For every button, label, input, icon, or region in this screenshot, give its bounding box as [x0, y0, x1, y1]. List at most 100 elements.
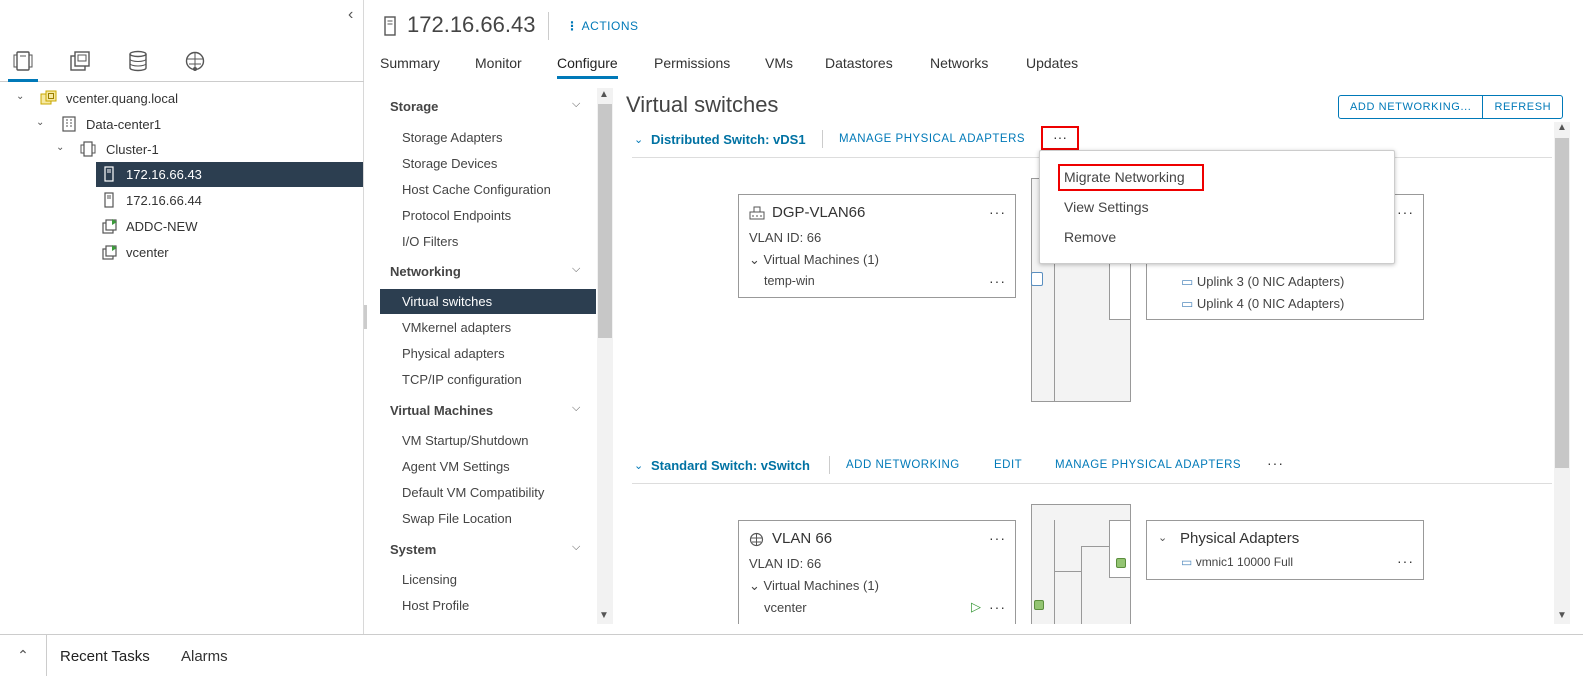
distributed-switch-title[interactable]: Distributed Switch: vDS1: [651, 132, 806, 147]
inventory-panel: ‹ ⌄ vcenter.quang.local ⌄ Data-center1 ⌄: [0, 0, 364, 634]
nav-scrollbar[interactable]: ▲ ▼: [597, 88, 613, 624]
nav-item-io-filters[interactable]: I/O Filters: [402, 234, 458, 249]
scroll-down-icon[interactable]: ▼: [1557, 610, 1567, 621]
uplinks-more-icon[interactable]: ···: [1397, 204, 1414, 220]
tree-item-vm[interactable]: ADDC-NEW: [0, 214, 364, 239]
tree-item-vm[interactable]: vcenter: [0, 240, 364, 265]
tab-configure[interactable]: Configure: [557, 55, 618, 79]
nav-item-host-cache[interactable]: Host Cache Configuration: [402, 182, 551, 197]
tab-datastores[interactable]: Datastores: [825, 55, 893, 79]
chevron-down-icon[interactable]: ⌄: [16, 91, 24, 102]
actions-button[interactable]: ⋮ ACTIONS: [566, 19, 639, 33]
chevron-down-icon[interactable]: ⌄: [1158, 531, 1167, 544]
tree-item-label: 172.16.66.43: [126, 167, 202, 182]
nav-item-protocol-endpoints[interactable]: Protocol Endpoints: [402, 208, 511, 223]
refresh-button[interactable]: REFRESH: [1482, 96, 1562, 118]
physical-adapters-card[interactable]: ⌄ Physical Adapters ▭ vmnic1 10000 Full …: [1146, 520, 1424, 580]
nav-item-swap-file[interactable]: Swap File Location: [402, 511, 512, 526]
add-networking-link[interactable]: ADD NETWORKING: [846, 459, 960, 471]
manage-physical-adapters-link[interactable]: MANAGE PHYSICAL ADAPTERS: [839, 133, 1025, 145]
chevron-down-icon[interactable]: ⌄: [634, 133, 643, 146]
tree-item-host[interactable]: 172.16.66.44: [0, 188, 364, 213]
nic-more-icon[interactable]: ···: [1397, 553, 1414, 569]
powered-on-icon: ▷: [971, 599, 981, 614]
tab-permissions[interactable]: Permissions: [654, 55, 730, 79]
chevron-down-icon[interactable]: ⌄: [634, 459, 643, 472]
scrollbar-thumb[interactable]: [1555, 138, 1569, 468]
nav-item-default-vm-compat[interactable]: Default VM Compatibility: [402, 485, 544, 500]
chevron-down-icon[interactable]: ⌵: [572, 402, 580, 415]
nav-item-vmkernel-adapters[interactable]: VMkernel adapters: [402, 320, 511, 335]
chevron-down-icon[interactable]: ⌵: [572, 263, 580, 276]
vcenter-icon: [40, 90, 57, 110]
page-title: 172.16.66.43: [407, 12, 536, 37]
nav-item-agent-vm-settings[interactable]: Agent VM Settings: [402, 459, 510, 474]
scroll-up-icon[interactable]: ▲: [599, 89, 609, 100]
nav-item-physical-adapters[interactable]: Physical adapters: [402, 346, 505, 361]
vm-more-icon[interactable]: ···: [989, 273, 1006, 289]
portgroup-card[interactable]: DGP-VLAN66 ··· VLAN ID: 66 ⌄ Virtual Mac…: [738, 194, 1016, 298]
networking-view-icon[interactable]: [180, 48, 210, 82]
tab-updates[interactable]: Updates: [1026, 55, 1078, 79]
menu-item-remove[interactable]: Remove: [1064, 229, 1116, 245]
tab-vms[interactable]: VMs: [765, 55, 793, 79]
vm-group-toggle[interactable]: ⌄ Virtual Machines (1): [749, 252, 879, 268]
edit-link[interactable]: EDIT: [994, 459, 1022, 471]
vm-name[interactable]: temp-win: [764, 274, 815, 288]
add-networking-button[interactable]: ADD NETWORKING...: [1339, 96, 1482, 118]
nav-section-storage[interactable]: Storage: [390, 99, 438, 114]
menu-item-view-settings[interactable]: View Settings: [1064, 199, 1149, 215]
nav-item-vm-startup[interactable]: VM Startup/Shutdown: [402, 433, 528, 448]
hosts-clusters-view-icon[interactable]: [8, 48, 38, 82]
chevron-down-icon[interactable]: ⌵: [572, 541, 580, 554]
nav-item-host-profile[interactable]: Host Profile: [402, 598, 469, 613]
menu-item-migrate-networking[interactable]: Migrate Networking: [1064, 169, 1185, 185]
vm-name[interactable]: vcenter: [764, 600, 807, 615]
vms-templates-view-icon[interactable]: [65, 48, 95, 82]
divider: [822, 130, 823, 148]
tab-recent-tasks[interactable]: Recent Tasks: [60, 648, 150, 665]
tree-item-host-selected[interactable]: 172.16.66.43: [0, 162, 364, 187]
chevron-up-icon[interactable]: ⌃: [0, 635, 47, 676]
scrollbar-thumb[interactable]: [598, 104, 612, 338]
nav-item-storage-adapters[interactable]: Storage Adapters: [402, 130, 502, 145]
tab-monitor[interactable]: Monitor: [475, 55, 522, 79]
portgroup-more-icon[interactable]: ···: [989, 204, 1006, 220]
nav-item-virtual-switches[interactable]: Virtual switches: [380, 289, 596, 314]
manage-physical-adapters-link[interactable]: MANAGE PHYSICAL ADAPTERS: [1055, 459, 1241, 471]
chevron-down-icon[interactable]: ⌵: [572, 98, 580, 111]
tree-item-cluster[interactable]: ⌄ Cluster-1: [0, 137, 364, 162]
portgroup-card[interactable]: VLAN 66 ··· VLAN ID: 66 ⌄ Virtual Machin…: [738, 520, 1016, 624]
tree-item-vcenter[interactable]: ⌄ vcenter.quang.local: [0, 86, 364, 111]
scroll-up-icon[interactable]: ▲: [1557, 122, 1567, 133]
distributed-switch-more-button[interactable]: ···: [1041, 126, 1079, 150]
tab-networks[interactable]: Networks: [930, 55, 988, 79]
vm-group-toggle[interactable]: ⌄ Virtual Machines (1): [749, 578, 879, 594]
nav-item-tcpip-config[interactable]: TCP/IP configuration: [402, 372, 522, 387]
standard-switch-title[interactable]: Standard Switch: vSwitch: [651, 458, 810, 473]
port-icon: [1031, 272, 1043, 286]
standard-switch-more-icon[interactable]: ···: [1267, 455, 1284, 471]
collapse-panel-icon[interactable]: ‹: [348, 6, 362, 24]
nav-section-networking[interactable]: Networking: [390, 264, 461, 279]
nav-item-storage-devices[interactable]: Storage Devices: [402, 156, 497, 171]
divider: [632, 483, 1552, 484]
portgroup-more-icon[interactable]: ···: [989, 530, 1006, 546]
tab-summary[interactable]: Summary: [380, 55, 440, 79]
active-port-icon: [1116, 558, 1126, 568]
tree-item-datacenter[interactable]: ⌄ Data-center1: [0, 112, 364, 137]
connector-line: [1081, 546, 1109, 547]
tab-alarms[interactable]: Alarms: [181, 648, 228, 665]
nav-section-system[interactable]: System: [390, 542, 436, 557]
chevron-down-icon[interactable]: ⌄: [56, 142, 64, 153]
chevron-down-icon[interactable]: ⌄: [36, 117, 44, 128]
vm-more-icon[interactable]: ···: [989, 599, 1006, 615]
storage-view-icon[interactable]: [123, 48, 153, 82]
splitter-handle[interactable]: [364, 305, 367, 329]
nav-section-virtual-machines[interactable]: Virtual Machines: [390, 403, 493, 418]
network-icon: [749, 532, 764, 550]
scroll-down-icon[interactable]: ▼: [599, 610, 609, 621]
vlan-id: VLAN ID: 66: [749, 230, 822, 245]
nav-item-licensing[interactable]: Licensing: [402, 572, 457, 587]
content-scrollbar[interactable]: ▲ ▼: [1554, 122, 1570, 624]
